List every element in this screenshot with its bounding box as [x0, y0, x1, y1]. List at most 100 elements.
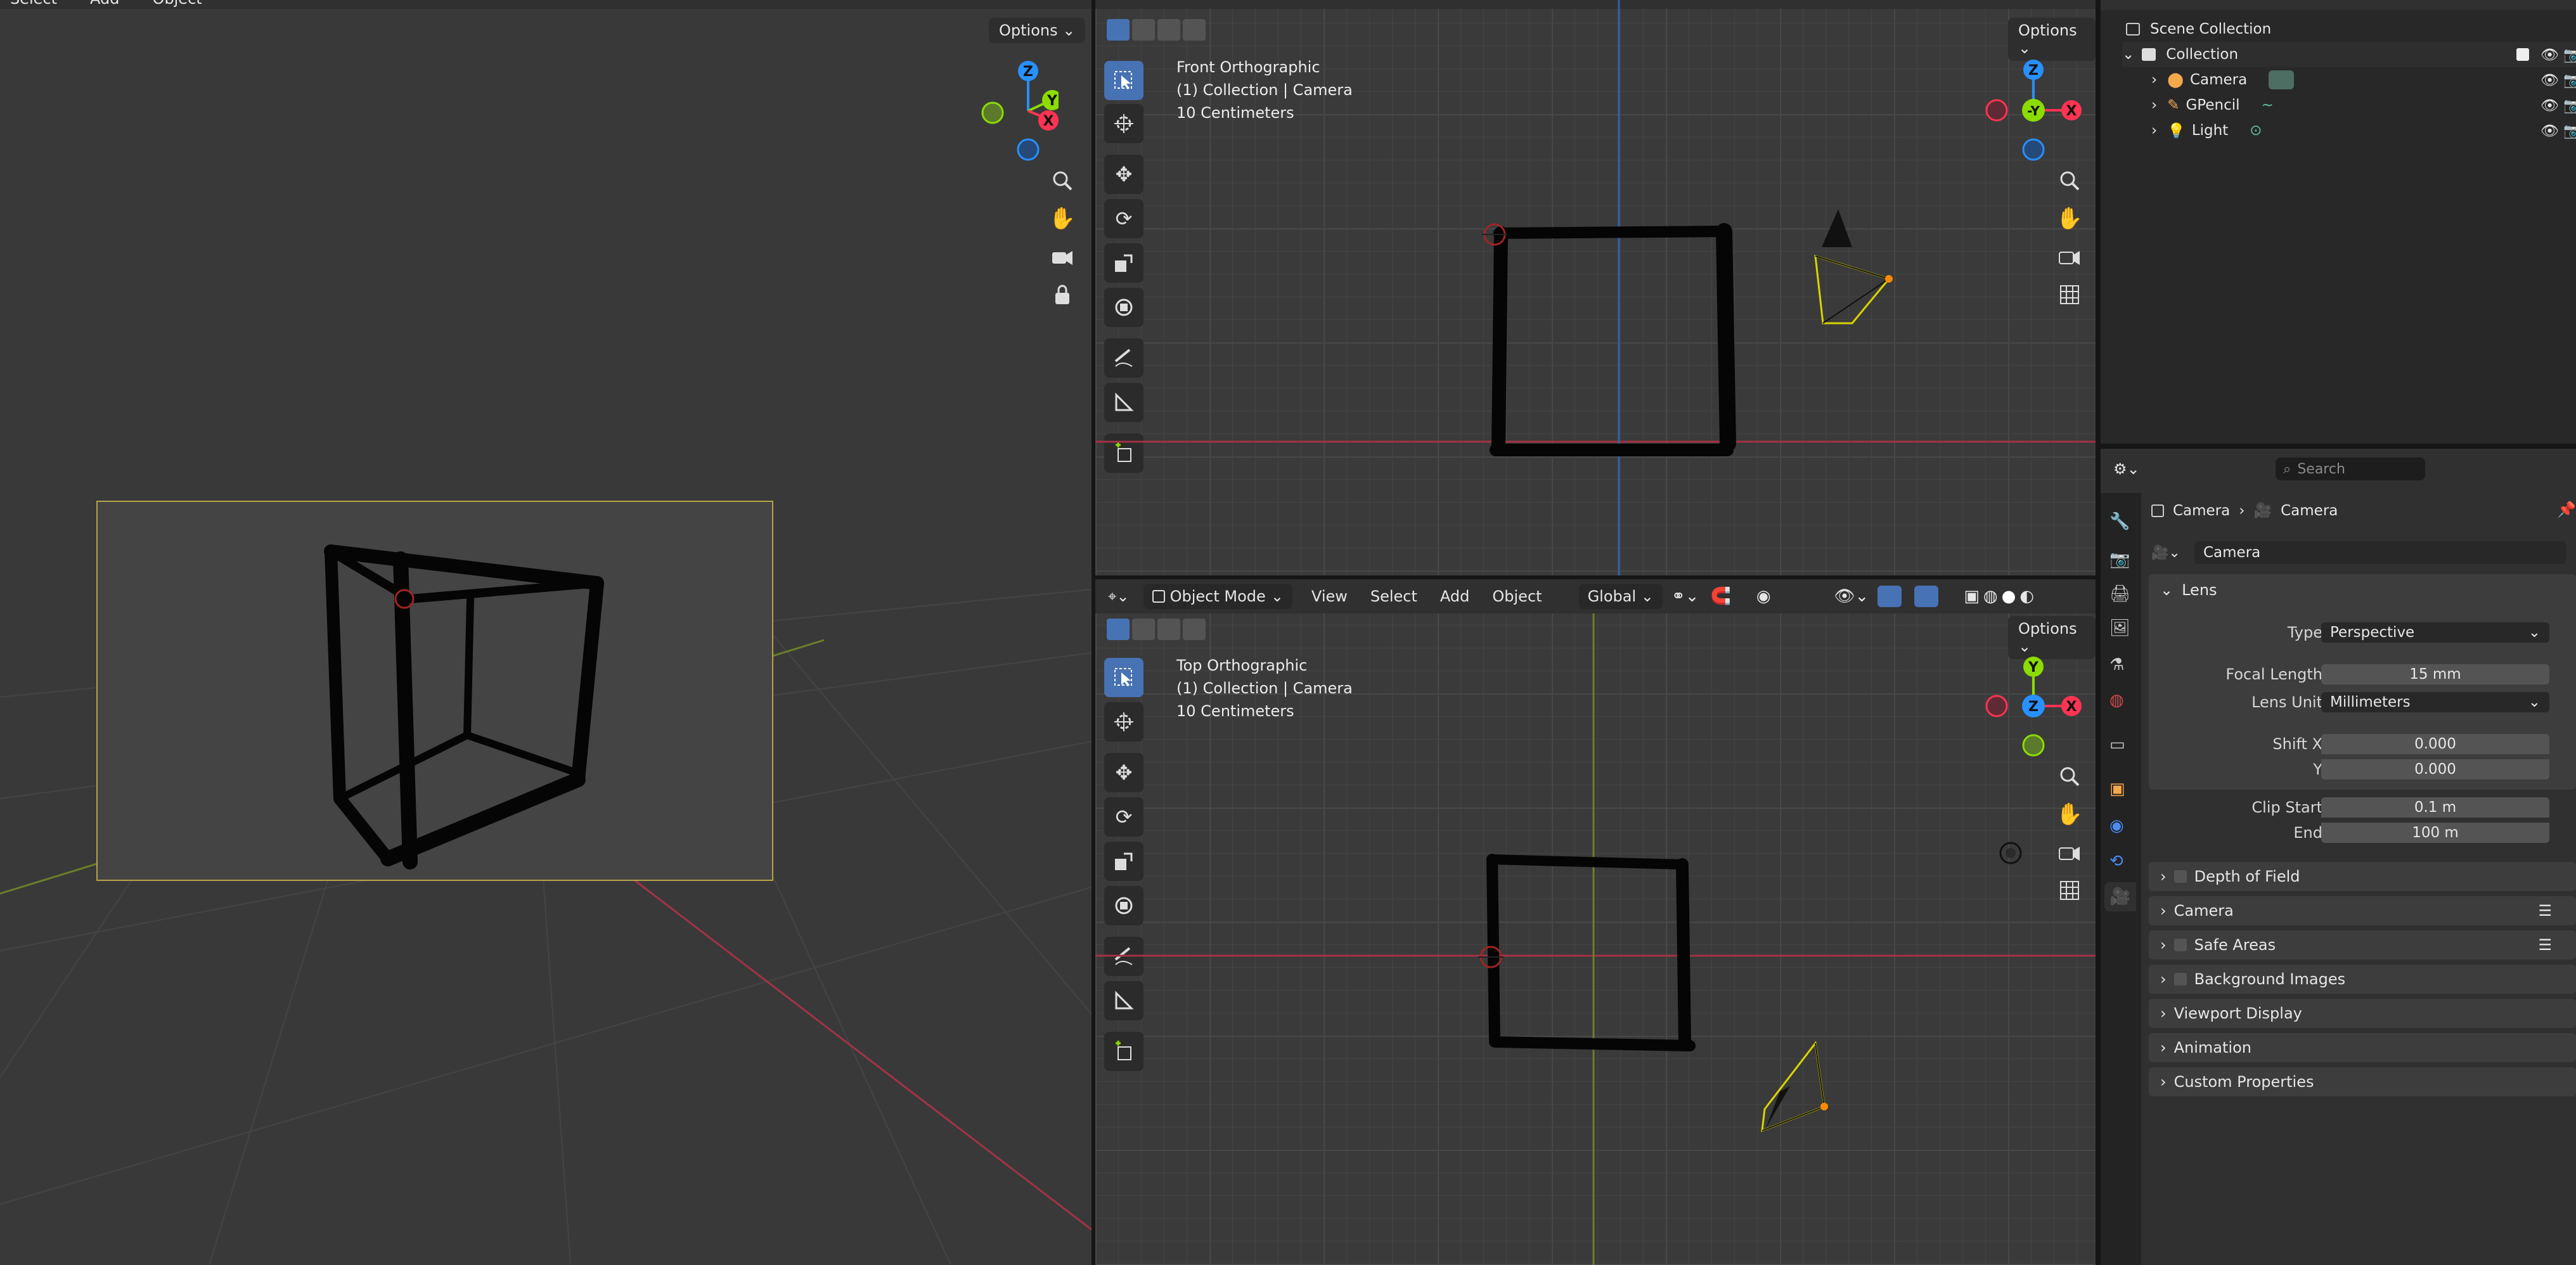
- top-viewport[interactable]: ⌖⌄ Object Mode ⌄ View Select Add Object …: [1095, 579, 2096, 1265]
- editor-type-icon[interactable]: ⚙⌄: [2113, 460, 2140, 478]
- svg-text:Y: Y: [2028, 660, 2039, 676]
- stroke-data-icon[interactable]: ~: [2262, 97, 2274, 113]
- eye-icon[interactable]: 👁: [2541, 122, 2559, 139]
- camera-view-icon[interactable]: [2051, 834, 2088, 871]
- outliner-properties-divider[interactable]: [2101, 444, 2576, 449]
- section-depth-of-field[interactable]: › Depth of Field: [2149, 862, 2576, 891]
- pan-hand-icon[interactable]: ✋: [2051, 796, 2088, 833]
- camera-view-icon[interactable]: [2051, 238, 2088, 275]
- menu-add[interactable]: Add: [90, 0, 119, 8]
- background-images-checkbox[interactable]: [2174, 973, 2187, 986]
- section-custom-properties[interactable]: › Custom Properties: [2149, 1067, 2576, 1096]
- preset-list-icon[interactable]: ☰: [2538, 902, 2552, 920]
- scene-collection-icon: [2126, 23, 2140, 35]
- collection-row[interactable]: ⌄ Collection 👁 📷: [2122, 42, 2576, 67]
- tab-render-icon[interactable]: 📷: [2109, 550, 2130, 569]
- breadcrumb: Camera › 🎥 Camera: [2151, 502, 2338, 519]
- clip-start-label: Clip Start: [2251, 799, 2322, 816]
- tab-output-icon[interactable]: 🖨: [2109, 584, 2130, 603]
- tab-view-layer-icon[interactable]: 🖼: [2109, 619, 2130, 638]
- outliner-header: [2101, 0, 2576, 10]
- lens-unit-label: Lens Unit: [2251, 693, 2322, 711]
- properties-search[interactable]: ⌕ Search: [2276, 458, 2425, 480]
- zoom-icon[interactable]: [2051, 758, 2088, 795]
- outliner-item-camera[interactable]: › ⬤ Camera 👁 📷: [2151, 67, 2576, 93]
- left-options-button[interactable]: Options ⌄: [989, 18, 1086, 43]
- tab-scene-icon[interactable]: ⚗: [2109, 655, 2124, 674]
- lens-type-dropdown[interactable]: Perspective ⌄: [2321, 622, 2549, 643]
- type-label: Type: [2287, 624, 2322, 641]
- section-camera[interactable]: › Camera ☰: [2149, 896, 2576, 925]
- render-camera-icon[interactable]: 📷: [2563, 72, 2576, 89]
- ortho-grid-icon[interactable]: [2051, 872, 2088, 909]
- camera-data-icon: 🎥: [2253, 503, 2272, 519]
- scene-collection-row[interactable]: Scene Collection: [2126, 16, 2271, 42]
- render-camera-icon[interactable]: 📷: [2563, 46, 2576, 63]
- front-viewport[interactable]: Options ⌄ Front Orthographic (1) Collect…: [1095, 0, 2096, 575]
- top-navigation-gizmo[interactable]: Y Z X: [1983, 649, 2090, 763]
- shift-x-label: Shift X: [2272, 735, 2322, 753]
- depth-of-field-checkbox[interactable]: [2174, 870, 2187, 883]
- lock-icon[interactable]: [1044, 276, 1081, 313]
- pin-icon[interactable]: 📌: [2557, 501, 2576, 518]
- eye-icon[interactable]: 👁: [2541, 72, 2559, 89]
- focal-length-field[interactable]: 15 mm: [2321, 664, 2549, 684]
- camera-datablock-selector[interactable]: 🎥⌄: [2151, 541, 2193, 564]
- eye-icon[interactable]: 👁: [2541, 97, 2559, 114]
- chevron-right-icon: ›: [2239, 502, 2245, 519]
- zoom-icon[interactable]: [1044, 162, 1081, 199]
- light-data-icon[interactable]: ⊙: [2250, 122, 2262, 139]
- outliner-item-gpencil[interactable]: › ✎ GPencil ~ 👁 📷: [2151, 93, 2576, 118]
- ortho-grid-icon[interactable]: [2051, 276, 2088, 313]
- tab-world-icon[interactable]: ◍: [2109, 691, 2124, 710]
- outliner-item-light[interactable]: › 💡 Light ⊙ 👁 📷: [2151, 118, 2576, 143]
- preset-list-icon[interactable]: ☰: [2538, 936, 2552, 954]
- svg-text:-Y: -Y: [2027, 103, 2040, 119]
- chevron-right-icon: ›: [2160, 868, 2167, 885]
- zoom-icon[interactable]: [2051, 162, 2088, 199]
- menu-select[interactable]: Select: [10, 0, 57, 8]
- chevron-right-icon[interactable]: ›: [2151, 72, 2157, 88]
- tab-object-icon[interactable]: ▣: [2109, 780, 2125, 799]
- tab-tool-icon[interactable]: 🔧: [2109, 512, 2130, 531]
- render-camera-icon[interactable]: 📷: [2563, 97, 2576, 114]
- front-navigation-gizmo[interactable]: Z -Y X: [1983, 55, 2090, 169]
- lens-unit-dropdown[interactable]: Millimeters ⌄: [2321, 692, 2549, 712]
- section-safe-areas[interactable]: › Safe Areas ☰: [2149, 930, 2576, 960]
- tab-camera-data-icon[interactable]: 🎥: [2104, 882, 2136, 911]
- shift-y-field[interactable]: 0.000: [2321, 759, 2549, 780]
- top-view-drawing: [1095, 613, 2096, 1265]
- collection-checkbox[interactable]: [2516, 48, 2529, 61]
- section-viewport-display[interactable]: › Viewport Display: [2149, 999, 2576, 1028]
- front-view-drawing: [1095, 0, 2096, 575]
- pan-hand-icon[interactable]: ✋: [1044, 200, 1081, 237]
- menu-object[interactable]: Object: [153, 0, 202, 8]
- camera-data-icon[interactable]: [2269, 70, 2295, 89]
- datablock-name-field[interactable]: Camera: [2194, 541, 2566, 564]
- svg-text:X: X: [1043, 113, 1054, 129]
- tab-collection-icon[interactable]: ▭: [2109, 735, 2125, 754]
- camera-view-icon[interactable]: [1044, 238, 1081, 275]
- left-viewport[interactable]: Select Add Object Options ⌄ Z Y X ✋: [0, 0, 1092, 1265]
- left-navigation-gizmo[interactable]: Z Y X: [970, 57, 1059, 165]
- shift-y-label: Y: [2313, 761, 2322, 778]
- shift-x-field[interactable]: 0.000: [2321, 734, 2549, 754]
- section-animation[interactable]: › Animation: [2149, 1033, 2576, 1062]
- safe-areas-checkbox[interactable]: [2174, 939, 2187, 951]
- left-header-menu: Select Add Object: [10, 0, 202, 8]
- section-background-images[interactable]: › Background Images: [2149, 965, 2576, 994]
- chevron-right-icon[interactable]: ›: [2151, 97, 2157, 113]
- eye-icon[interactable]: 👁: [2541, 46, 2559, 63]
- chevron-right-icon[interactable]: ›: [2151, 122, 2157, 139]
- camera-object-icon: ⬤: [2167, 72, 2184, 88]
- right-divider[interactable]: [2096, 0, 2101, 1265]
- tab-constraints-icon[interactable]: ⟲: [2109, 852, 2123, 871]
- chevron-down-icon[interactable]: ⌄: [2122, 46, 2134, 63]
- svg-text:Y: Y: [1046, 93, 1058, 109]
- render-camera-icon[interactable]: 📷: [2563, 122, 2576, 139]
- clip-start-field[interactable]: 0.1 m: [2321, 797, 2549, 818]
- lens-section[interactable]: ⌄ Lens: [2149, 574, 2576, 606]
- pan-hand-icon[interactable]: ✋: [2051, 200, 2088, 237]
- tab-physics-icon[interactable]: ◉: [2109, 816, 2124, 835]
- clip-end-field[interactable]: 100 m: [2321, 823, 2549, 843]
